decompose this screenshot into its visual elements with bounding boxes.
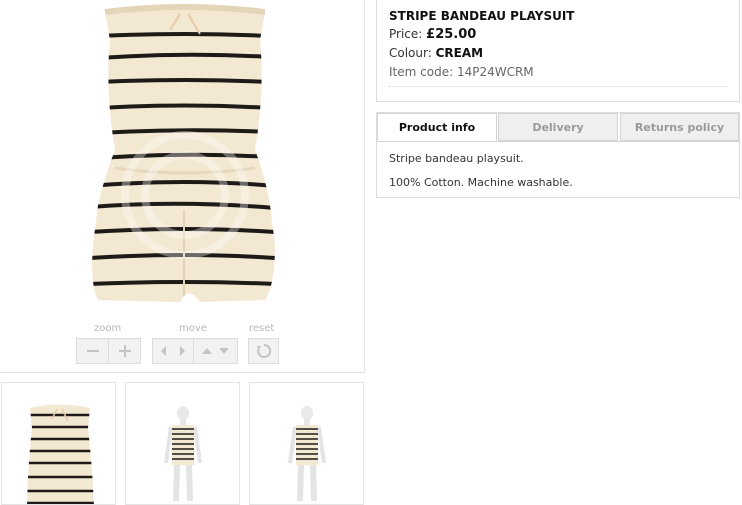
move-vertical-button[interactable] [193, 338, 238, 364]
item-code-value: 14P24WCRM [456, 65, 534, 79]
move-horizontal-button[interactable] [152, 338, 194, 364]
thumbnail-model-back[interactable] [249, 382, 364, 505]
price-value: £25.00 [426, 27, 477, 42]
product-tabs: Product info Delivery Returns policy Str… [376, 112, 740, 198]
arrow-left-icon[interactable] [161, 346, 166, 356]
zoom-out-button[interactable] [76, 338, 109, 364]
arrow-right-icon[interactable] [180, 346, 185, 356]
colour-row: Colour: CREAM [389, 46, 483, 60]
arrow-down-icon[interactable] [218, 348, 229, 354]
reset-icon [256, 343, 271, 358]
thumbnail-front-closeup[interactable] [1, 382, 116, 505]
colour-value: CREAM [435, 46, 484, 60]
tab-product-info[interactable]: Product info [377, 113, 497, 141]
tab-returns-policy[interactable]: Returns policy [620, 113, 739, 141]
plus-icon [118, 345, 131, 357]
product-title: STRIPE BANDEAU PLAYSUIT [389, 9, 575, 23]
item-code-row: Item code: 14P24WCRM [389, 65, 534, 79]
product-details: STRIPE BANDEAU PLAYSUIT Price: £25.00 Co… [376, 0, 740, 102]
reset-button[interactable] [248, 338, 279, 364]
minus-icon [86, 350, 99, 352]
arrow-up-icon[interactable] [201, 348, 212, 354]
divider [389, 86, 727, 87]
viewer-controls: zoom move reset [0, 322, 364, 370]
tab-delivery[interactable]: Delivery [498, 113, 618, 141]
product-image-viewer: zoom move reset [0, 0, 365, 373]
price-row: Price: £25.00 [389, 27, 476, 42]
move-label: move [179, 323, 207, 334]
main-product-image[interactable] [60, 0, 310, 320]
price-label: Price: [389, 27, 423, 41]
reset-label: reset [249, 323, 275, 334]
tab-divider [377, 141, 739, 142]
item-code-label: Item code: [389, 65, 454, 79]
colour-label: Colour: [389, 46, 432, 60]
description-line: Stripe bandeau playsuit. [389, 152, 524, 165]
zoom-in-button[interactable] [108, 338, 141, 364]
zoom-label: zoom [94, 323, 122, 334]
material-line: 100% Cotton. Machine washable. [389, 176, 573, 189]
thumbnail-strip [0, 380, 370, 505]
thumbnail-model-front[interactable] [125, 382, 240, 505]
